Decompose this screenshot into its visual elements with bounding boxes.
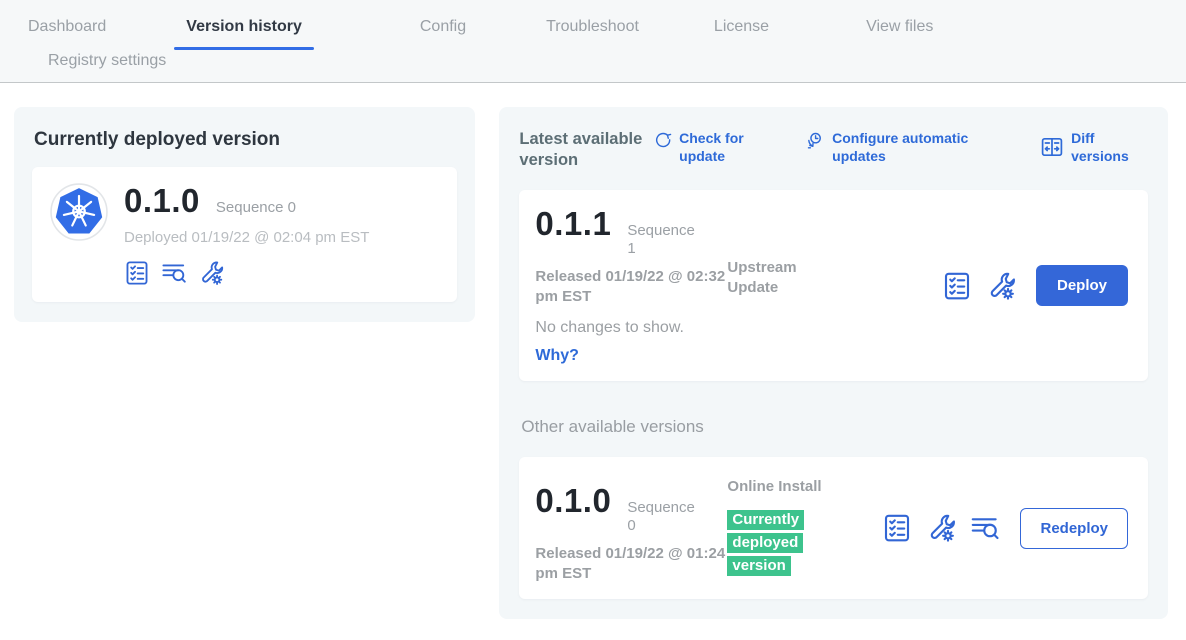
tab-label: License	[714, 18, 769, 35]
why-link[interactable]: Why?	[535, 347, 579, 365]
other-version-source: Online Install Currently deployed versio…	[727, 473, 823, 583]
schedule-update-icon	[805, 130, 825, 150]
latest-version-sequence: Sequence 1	[627, 222, 699, 258]
version-row: 0.1.1 Sequence 1	[535, 206, 727, 258]
configure-automatic-updates-label: Configure automatic updates	[832, 129, 1000, 165]
top-nav: Dashboard Version history Config Trouble…	[0, 0, 1186, 83]
tab-label: Config	[420, 18, 466, 35]
available-versions-panel: Latest available version Check for updat…	[499, 107, 1168, 619]
main-content: Currently deployed version 0.1.	[0, 83, 1186, 619]
deployed-version-details: 0.1.0 Sequence 0 Deployed 01/19/22 @ 02:…	[124, 183, 369, 286]
tab-label: Version history	[186, 18, 302, 35]
configure-automatic-updates-link[interactable]: Configure automatic updates	[805, 129, 1000, 165]
version-row: 0.1.0 Sequence 0	[124, 183, 369, 219]
tab-config[interactable]: Config	[420, 0, 466, 50]
other-version-sequence: Sequence 0	[627, 499, 699, 535]
source-label: Online Install	[727, 477, 823, 497]
tab-troubleshoot[interactable]: Troubleshoot	[546, 0, 639, 50]
tab-license[interactable]: License	[714, 0, 769, 50]
tab-label: Troubleshoot	[546, 18, 639, 35]
tab-view-files[interactable]: View files	[866, 0, 933, 50]
latest-version-number: 0.1.1	[535, 206, 611, 242]
no-changes-text: No changes to show.	[535, 319, 727, 337]
badge-label: Currently deployed version	[727, 510, 804, 576]
refresh-icon	[652, 130, 672, 150]
source-label: Upstream Update	[727, 258, 823, 297]
currently-deployed-badge: Currently deployed version	[727, 508, 803, 578]
latest-version-released: Released 01/19/22 @ 02:32 pm EST	[535, 267, 727, 306]
check-for-update-link[interactable]: Check for update	[652, 129, 765, 165]
tab-label: Dashboard	[28, 18, 106, 35]
deploy-logs-icon[interactable]	[161, 260, 187, 286]
other-version-number: 0.1.0	[535, 483, 611, 519]
version-row: 0.1.0 Sequence 0	[535, 483, 727, 535]
deploy-logs-icon[interactable]	[970, 513, 1000, 543]
currently-deployed-title: Currently deployed version	[34, 129, 455, 151]
tab-version-history[interactable]: Version history	[186, 0, 302, 50]
diff-icon	[1040, 135, 1064, 159]
redeploy-button[interactable]: Redeploy	[1020, 508, 1128, 549]
kubernetes-logo-icon	[50, 183, 108, 241]
other-version-controls: Redeploy	[823, 473, 1132, 583]
available-versions-header: Latest available version Check for updat…	[519, 129, 1148, 170]
tab-registry-settings[interactable]: Registry settings	[48, 50, 1106, 70]
other-version-card: 0.1.0 Sequence 0 Released 01/19/22 @ 01:…	[519, 457, 1148, 599]
latest-version-source: Upstream Update	[727, 206, 823, 365]
deployed-action-icons	[124, 260, 369, 286]
deployed-version-number: 0.1.0	[124, 183, 200, 219]
check-for-update-label: Check for update	[679, 129, 765, 165]
latest-version-info: 0.1.1 Sequence 1 Released 01/19/22 @ 02:…	[535, 206, 727, 365]
diff-versions-link[interactable]: Diff versions	[1040, 129, 1144, 165]
preflight-checklist-icon[interactable]	[942, 271, 972, 301]
deployed-timestamp: Deployed 01/19/22 @ 02:04 pm EST	[124, 229, 369, 246]
latest-available-heading: Latest available version	[519, 129, 652, 170]
nav-row-secondary: Registry settings	[0, 50, 1186, 82]
tab-label: View files	[866, 18, 933, 35]
config-wrench-icon[interactable]	[926, 513, 956, 543]
currently-deployed-card: 0.1.0 Sequence 0 Deployed 01/19/22 @ 02:…	[32, 167, 457, 302]
tab-label: Registry settings	[48, 52, 166, 69]
preflight-checklist-icon[interactable]	[124, 260, 150, 286]
currently-deployed-panel: Currently deployed version 0.1.	[14, 107, 475, 322]
other-version-released: Released 01/19/22 @ 01:24 pm EST	[535, 544, 727, 583]
deploy-button[interactable]: Deploy	[1036, 265, 1128, 306]
config-wrench-icon[interactable]	[986, 271, 1016, 301]
preflight-checklist-icon[interactable]	[882, 513, 912, 543]
other-version-info: 0.1.0 Sequence 0 Released 01/19/22 @ 01:…	[535, 473, 727, 583]
latest-version-controls: Deploy	[823, 206, 1132, 365]
diff-versions-label: Diff versions	[1071, 129, 1144, 165]
tab-dashboard[interactable]: Dashboard	[28, 0, 106, 50]
other-versions-heading: Other available versions	[521, 417, 1148, 437]
deployed-sequence: Sequence 0	[216, 199, 296, 217]
latest-version-card: 0.1.1 Sequence 1 Released 01/19/22 @ 02:…	[519, 190, 1148, 381]
config-wrench-icon[interactable]	[198, 260, 224, 286]
nav-row-primary: Dashboard Version history Config Trouble…	[0, 0, 1186, 50]
